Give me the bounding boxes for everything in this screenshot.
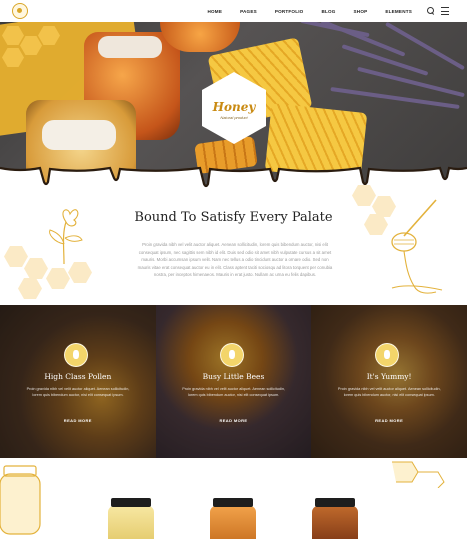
nav-home[interactable]: HOME <box>199 9 232 14</box>
top-nav: HOME PAGES PORTFOLIO BLOG SHOP ELEMENTS <box>0 0 467 22</box>
nav-shop[interactable]: SHOP <box>345 9 377 14</box>
card-overlay <box>155 305 312 458</box>
read-more-link[interactable]: READ MORE <box>311 418 467 423</box>
product-jar[interactable] <box>210 498 256 539</box>
label-subtitle: Natural product <box>220 115 248 120</box>
card-text: Proin gravida nibh vel velit auctor aliq… <box>26 387 130 397</box>
card-text: Proin gravida nibh vel velit auctor aliq… <box>182 387 286 397</box>
products-section <box>0 458 467 539</box>
card-title: High Class Pollen <box>44 372 112 381</box>
feature-card: It's Yummy! Proin gravida nibh vel velit… <box>311 305 467 458</box>
nav-blog[interactable]: BLOG <box>312 9 344 14</box>
jar-rim <box>98 36 162 58</box>
hex-decoration <box>46 268 70 289</box>
jar-lid <box>111 498 151 507</box>
feature-card: Busy Little Bees Proin gravida nibh vel … <box>155 305 312 458</box>
card-title: Busy Little Bees <box>202 372 265 381</box>
jar-lid <box>315 498 355 507</box>
feature-card: High Class Pollen Proin gravida nibh vel… <box>0 305 156 458</box>
main-menu: HOME PAGES PORTFOLIO BLOG SHOP ELEMENTS <box>199 0 449 22</box>
intro-text: Proin gravida nibh vel velit auctor aliq… <box>137 242 333 278</box>
card-overlay <box>0 305 156 458</box>
honey-drip-edge <box>0 166 467 190</box>
product-jar[interactable] <box>312 498 358 539</box>
comb-sketch-icon <box>392 461 445 488</box>
read-more-link[interactable]: READ MORE <box>0 418 156 423</box>
menu-icon[interactable] <box>441 7 449 15</box>
card-overlay <box>311 305 467 458</box>
bee-icon <box>219 343 244 367</box>
hex-decoration <box>18 278 42 299</box>
jar-rim <box>42 120 116 150</box>
read-more-link[interactable]: READ MORE <box>156 418 312 423</box>
nav-elements[interactable]: ELEMENTS <box>376 9 421 14</box>
jar-lid <box>213 498 253 507</box>
nav-pages[interactable]: PAGES <box>231 9 266 14</box>
search-icon[interactable] <box>427 7 435 15</box>
jar-sketch-icon <box>0 465 41 535</box>
bee-icon <box>64 343 88 367</box>
card-title: It's Yummy! <box>366 372 412 381</box>
feature-cards: High Class Pollen Proin gravida nibh vel… <box>0 305 467 458</box>
product-jar[interactable] <box>108 498 154 539</box>
label-title: Honey <box>212 100 256 114</box>
card-text: Proin gravida nibh vel velit auctor aliq… <box>337 387 441 397</box>
hex-decoration <box>4 246 28 267</box>
logo[interactable] <box>12 3 28 19</box>
nav-portfolio[interactable]: PORTFOLIO <box>266 9 313 14</box>
intro-title: Bound To Satisfy Every Palate <box>134 210 333 225</box>
